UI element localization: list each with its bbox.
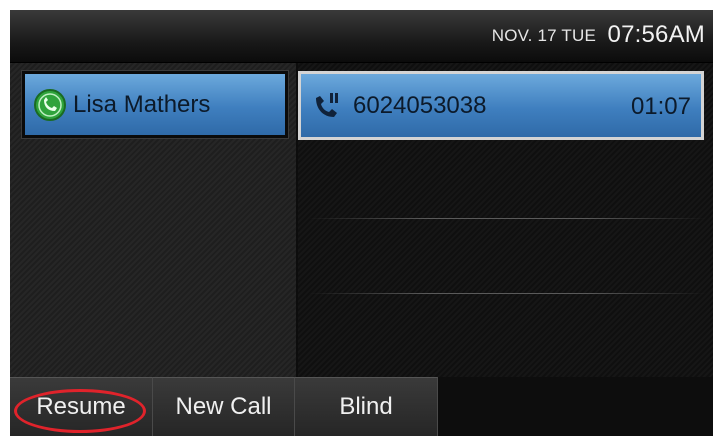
call-pane: 6024053038 01:07 <box>298 63 713 377</box>
blind-label: Blind <box>339 393 393 420</box>
softkey-bar: Resume New Call Blind <box>10 377 713 436</box>
line-pane: Lisa Mathers <box>10 63 296 377</box>
blind-button[interactable]: Blind <box>295 377 438 436</box>
status-date: NOV. 17 TUE <box>491 26 596 45</box>
active-call-row[interactable]: 6024053038 01:07 <box>298 71 704 140</box>
list-divider <box>308 293 706 294</box>
resume-highlight-circle <box>14 389 146 433</box>
status-bar: NOV. 17 TUE 07:56AM <box>10 10 713 63</box>
new-call-label: New Call <box>175 393 272 420</box>
list-divider <box>308 218 706 219</box>
status-time: 07:56AM <box>607 21 705 48</box>
line-button-lisa-mathers[interactable]: Lisa Mathers <box>21 70 289 139</box>
new-call-button[interactable]: New Call <box>153 377 295 436</box>
phone-hold-icon <box>316 92 338 117</box>
phone-screen: NOV. 17 TUE 07:56AM Lisa Mathers 6024053… <box>10 10 713 436</box>
line-label: Lisa Mathers <box>73 90 211 118</box>
call-duration: 01:07 <box>630 93 691 120</box>
call-number: 6024053038 <box>353 91 487 119</box>
phone-line-icon <box>34 88 66 121</box>
empty-softkey-area <box>438 377 713 436</box>
